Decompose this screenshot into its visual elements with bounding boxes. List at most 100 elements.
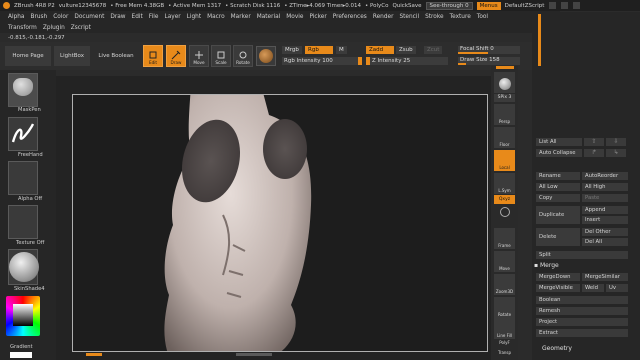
menu-brush[interactable]: Brush — [30, 14, 47, 20]
menu-transform[interactable]: Transform — [8, 25, 37, 31]
menu-texture[interactable]: Texture — [450, 14, 471, 20]
draw-button[interactable]: Draw — [166, 45, 186, 67]
split-button[interactable]: Split — [536, 251, 628, 259]
uv-button[interactable]: Uv — [606, 284, 628, 292]
list-all-button[interactable]: List All — [536, 138, 582, 146]
saturation-square[interactable] — [13, 304, 33, 326]
paste-button[interactable]: Paste — [582, 194, 628, 202]
merge-similar-button[interactable]: MergeSimilar — [582, 273, 628, 281]
default-zscript-button[interactable]: DefaultZScript — [505, 3, 545, 9]
rgb-button[interactable]: Rgb — [305, 46, 333, 54]
zsub-button[interactable]: Zsub — [396, 46, 416, 54]
menu-edit[interactable]: Edit — [132, 14, 143, 20]
persp-button[interactable]: Persp — [494, 104, 515, 125]
lsym-button[interactable]: L.Sym — [494, 173, 515, 194]
menu-color[interactable]: Color — [53, 14, 68, 20]
menu-alpha[interactable]: Alpha — [8, 14, 24, 20]
main-color-swatch[interactable] — [10, 352, 32, 358]
menu-light[interactable]: Light — [187, 14, 201, 20]
live-boolean-button[interactable]: Live Boolean — [94, 46, 138, 66]
zcut-button[interactable]: Zcut — [424, 46, 443, 54]
focal-shift-slider[interactable]: Focal Shift 0 — [458, 46, 520, 55]
extract-button[interactable]: Extract — [536, 329, 628, 337]
move-up-icon[interactable]: ↱ — [584, 149, 604, 157]
see-through-slider[interactable]: See-through 0 — [425, 1, 473, 10]
menu-zscript[interactable]: Zscript — [71, 25, 91, 31]
weld-button[interactable]: Weld — [582, 284, 604, 292]
zadd-button[interactable]: Zadd — [366, 46, 394, 54]
del-all-button[interactable]: Del All — [582, 238, 628, 246]
insert-button[interactable]: Insert — [582, 216, 628, 224]
menu-material[interactable]: Material — [257, 14, 281, 20]
polyf-button[interactable]: PolyF — [494, 340, 515, 348]
geometry-section-header[interactable]: Geometry — [542, 345, 572, 352]
append-button[interactable]: Append — [582, 206, 628, 214]
merge-visible-button[interactable]: MergeVisible — [536, 284, 580, 292]
alpha-thumbnail[interactable] — [8, 161, 38, 195]
frame-button[interactable]: Frame — [494, 228, 515, 249]
brush-thumbnail[interactable] — [8, 73, 38, 107]
copy-button[interactable]: Copy — [536, 194, 580, 202]
help-icon[interactable] — [549, 2, 557, 9]
draw-size-slider[interactable]: Draw Size 158 — [458, 57, 520, 66]
merge-section-header[interactable]: ▪ Merge — [534, 262, 559, 269]
move-button[interactable]: Move — [189, 45, 209, 67]
canvas-scrollbar[interactable] — [236, 353, 272, 356]
material-thumbnail[interactable] — [8, 249, 39, 285]
dock-scroll-indicator[interactable] — [496, 66, 514, 69]
timeline-marker[interactable] — [86, 353, 102, 356]
move-view-button[interactable]: Move — [494, 251, 515, 272]
all-low-button[interactable]: All Low — [536, 183, 580, 191]
menu-render[interactable]: Render — [373, 14, 394, 20]
line-fill-button[interactable]: Line Fill — [494, 318, 515, 339]
spix-slider[interactable]: SPix 3 — [494, 94, 515, 102]
local-button[interactable]: Local — [494, 150, 515, 171]
merge-down-button[interactable]: MergeDown — [536, 273, 580, 281]
remesh-button[interactable]: Remesh — [536, 307, 628, 315]
auto-reorder-button[interactable]: AutoReorder — [582, 172, 628, 180]
rgb-intensity-slider[interactable]: Rgb Intensity 100 — [282, 57, 362, 66]
boolean-button[interactable]: Boolean — [536, 296, 628, 304]
home-page-button[interactable]: Home Page — [5, 46, 51, 66]
bpr-button[interactable] — [494, 72, 515, 93]
quicksave-button[interactable]: QuickSave — [392, 3, 421, 9]
menu-draw[interactable]: Draw — [110, 14, 125, 20]
color-picker[interactable] — [6, 296, 40, 336]
m-button[interactable]: M — [336, 46, 347, 54]
duplicate-button[interactable]: Duplicate — [536, 206, 580, 224]
del-other-button[interactable]: Del Other — [582, 228, 628, 236]
move-down-icon[interactable]: ↳ — [606, 149, 626, 157]
menu-stencil[interactable]: Stencil — [399, 14, 419, 20]
menu-file[interactable]: File — [149, 14, 159, 20]
rotate-axis-icon[interactable] — [500, 207, 510, 217]
menu-zplugin[interactable]: Zplugin — [43, 25, 65, 31]
stroke-thumbnail[interactable] — [8, 117, 38, 151]
menu-layer[interactable]: Layer — [164, 14, 180, 20]
lightbox-button[interactable]: LightBox — [54, 46, 90, 66]
all-high-button[interactable]: All High — [582, 183, 628, 191]
rotate-button[interactable]: Rotate — [233, 45, 253, 67]
close-icon[interactable] — [573, 2, 581, 9]
texture-thumbnail[interactable] — [8, 205, 38, 239]
mrgb-button[interactable]: Mrgb — [282, 46, 302, 54]
subtool-list-scrollbar[interactable] — [538, 14, 541, 66]
menu-preferences[interactable]: Preferences — [333, 14, 367, 20]
menus-toggle[interactable]: Menus — [476, 1, 501, 10]
delete-button[interactable]: Delete — [536, 228, 580, 246]
project-button[interactable]: Project — [536, 318, 628, 326]
z-intensity-slider[interactable]: Z Intensity 25 — [366, 57, 448, 66]
scale-button[interactable]: Scale — [211, 45, 231, 67]
material-swatch[interactable] — [256, 46, 276, 66]
menu-movie[interactable]: Movie — [286, 14, 303, 20]
auto-collapse-button[interactable]: Auto Collapse — [536, 149, 582, 157]
canvas[interactable] — [72, 94, 488, 352]
zoom3d-button[interactable]: Zoom3D — [494, 274, 515, 295]
menu-document[interactable]: Document — [74, 14, 104, 20]
arrow-up-icon[interactable]: ⇧ — [584, 138, 604, 146]
menu-marker[interactable]: Marker — [231, 14, 251, 20]
rotate-view-button[interactable]: Rotate — [494, 297, 515, 318]
rename-button[interactable]: Rename — [536, 172, 580, 180]
edit-button[interactable]: Edit — [143, 45, 163, 67]
transp-button[interactable]: Transp — [494, 350, 515, 358]
menu-macro[interactable]: Macro — [207, 14, 225, 20]
